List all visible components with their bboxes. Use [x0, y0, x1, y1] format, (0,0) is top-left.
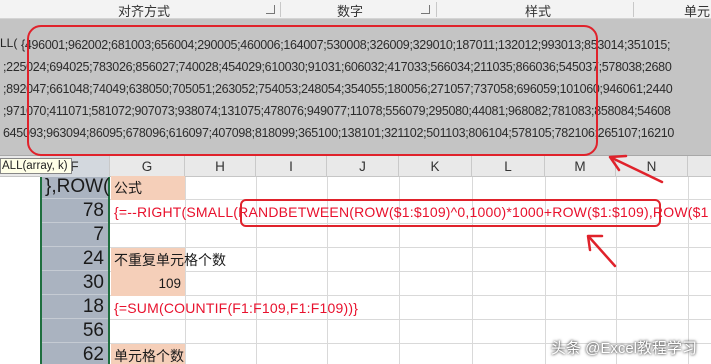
cell-f-formula-tail[interactable]: },ROW(	[42, 175, 109, 199]
cell-f-value[interactable]: 7	[42, 223, 108, 247]
cell-f-value[interactable]: 24	[42, 247, 108, 271]
highlight-box-randbetween	[240, 199, 661, 227]
column-header-g[interactable]: G	[110, 156, 185, 177]
column-header-l[interactable]: L	[472, 156, 545, 177]
column-header-j[interactable]: J	[327, 156, 399, 177]
red-arrow-icon	[586, 234, 617, 268]
label-formula[interactable]: 公式	[111, 176, 185, 200]
cell-f-value[interactable]: 78	[42, 199, 108, 223]
cell-f-value[interactable]: 56	[42, 319, 108, 343]
label-cell-count[interactable]: 单元格个数	[111, 344, 185, 364]
cell-unique-count-value[interactable]: 109	[111, 272, 185, 296]
column-header-k[interactable]: K	[399, 156, 472, 177]
cell-f-value[interactable]: 30	[42, 271, 108, 295]
column-header-i[interactable]: I	[256, 156, 327, 177]
ribbon-separator	[633, 2, 634, 17]
ribbon-group-alignment: 对齐方式	[118, 4, 171, 19]
column-header-h[interactable]: H	[185, 156, 256, 177]
column-f-selection[interactable]: },ROW( 78 7 24 30 18 56 62	[40, 175, 110, 364]
ribbon-group-labels: 对齐方式 数字 样式 单元	[0, 0, 711, 19]
ribbon-group-styles: 样式	[525, 4, 552, 19]
cell-f-value[interactable]: 18	[42, 295, 108, 319]
number-dialog-launcher-icon[interactable]	[421, 5, 430, 14]
cell-formula-sum-countif[interactable]: {=SUM(COUNTIF(F1:F109,F1:F109))}	[111, 296, 511, 320]
ribbon-separator	[436, 2, 437, 17]
cell-f-value[interactable]: 62	[42, 343, 108, 364]
ribbon-separator	[280, 2, 281, 17]
ribbon-group-number: 数字	[337, 4, 364, 19]
highlight-box-formula-bar	[27, 25, 598, 156]
ribbon-group-cells: 单元	[684, 4, 711, 19]
red-arrow-icon	[608, 154, 664, 184]
watermark: 头条 @Excel教程学习	[550, 340, 697, 357]
alignment-dialog-launcher-icon[interactable]	[266, 5, 275, 14]
function-tooltip: ALL(array, k)	[0, 158, 72, 174]
label-unique-cell-count[interactable]: 不重复单元格个数	[111, 248, 226, 272]
